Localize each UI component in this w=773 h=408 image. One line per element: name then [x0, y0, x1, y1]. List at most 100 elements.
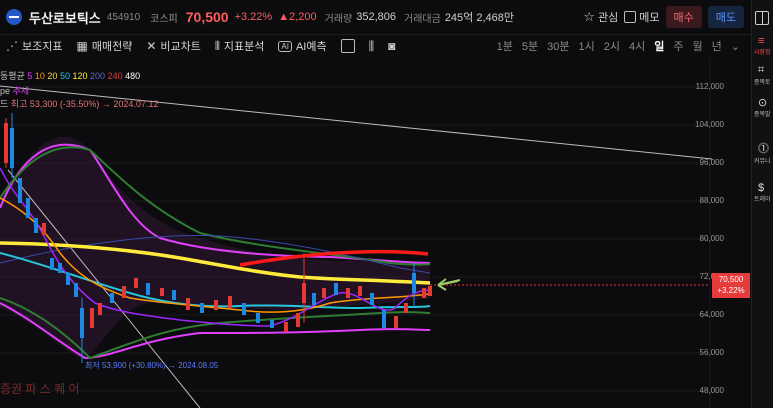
candlestick-icon: ⫼ [368, 38, 375, 53]
tf-4hour[interactable]: 4시 [629, 38, 645, 54]
high-legend-label: 드 [0, 99, 9, 109]
ma-period: 20 [47, 71, 58, 81]
amount-label: 거래대금 [404, 13, 441, 25]
candle-type-button[interactable]: ⫼ [369, 39, 375, 54]
change-amount: ▲2,200 [278, 11, 317, 23]
analysis-icon: ⫴ [214, 38, 220, 53]
buy-button[interactable]: 매수 [665, 6, 702, 28]
favorite-label: 관심 [598, 12, 619, 24]
y-tick: 104,000 [695, 120, 724, 129]
y-tick: 80,000 [699, 234, 724, 243]
stock-code: 454910 [106, 11, 141, 23]
sidebar-item-label: 커뮤니 [754, 159, 771, 165]
trend-legend-value: 추세 [12, 86, 30, 96]
trend-legend[interactable]: pe 추세 [0, 84, 29, 97]
stock-header: 두산로보틱스 454910 코스피 70,500 +3.22% ▲2,200 거… [0, 0, 752, 35]
analysis-button[interactable]: ⫴ 지표분석 [215, 38, 265, 54]
ma-period: 240 [107, 71, 123, 81]
stock-name[interactable]: 두산로보틱스 [29, 8, 101, 27]
compare-label: 비교차트 [160, 41, 201, 53]
volume-value: 352,806 [356, 11, 396, 23]
chart-toolbar: ⋰ 보조지표 ▦ 매매전략 ✕ 비교차트 ⫴ 지표분석 AI AI예측 ⫼ ◙ … [0, 34, 752, 58]
indicator-label: 보조지표 [22, 41, 63, 53]
sidebar-item-label: 트레이 [754, 197, 771, 203]
watermark: 증권 파 스 퀘 어 [0, 382, 80, 396]
tf-1min[interactable]: 1분 [497, 38, 513, 54]
memo-button[interactable]: 메모 [624, 9, 660, 25]
right-sidebar: ≡ 시장정 ⌗ 종목토 ⊙ 종목발 ⓵ 커뮤니 $ 트레이 [751, 0, 773, 408]
compare-button[interactable]: ✕ 비교차트 [146, 38, 201, 54]
tf-1hour[interactable]: 1시 [579, 38, 595, 54]
price-chart[interactable]: 112,000 104,000 96,000 88,000 80,000 72,… [0, 58, 752, 408]
tf-month[interactable]: 월 [693, 38, 703, 54]
star-icon: ☆ [583, 9, 595, 24]
tf-2hour[interactable]: 2시 [604, 38, 620, 54]
chart-svg [0, 58, 713, 408]
camera-icon: ◙ [388, 39, 396, 53]
amount-value: 245억 2,468만 [444, 12, 514, 24]
ma-period: 50 [59, 71, 70, 81]
chevron-down-icon[interactable]: ⌄ [731, 40, 740, 53]
sidebar-item-label: 종목발 [754, 112, 771, 118]
stock-talk-icon: ⌗ [758, 64, 765, 76]
y-tick: 112,000 [695, 82, 724, 91]
high-legend-detail: 53,300 (-35.50%) → 2024.07.12 [29, 99, 159, 109]
tf-year[interactable]: 년 [712, 38, 722, 54]
draw-square-button[interactable] [340, 39, 355, 53]
sidebar-item-community[interactable]: ⓵ 커뮤니 [752, 140, 773, 165]
community-icon: ⓵ [758, 143, 769, 155]
sidebar-item-stock-discover[interactable]: ⊙ 종목발 [752, 96, 773, 118]
screenshot-button[interactable]: ◙ [388, 39, 395, 53]
analysis-label: 지표분석 [223, 41, 265, 53]
ai-predict-button[interactable]: AI AI예측 [278, 38, 327, 54]
ma-legend[interactable]: 동평균 5 10 20 50 120 200 240 480 [0, 69, 140, 82]
timeframe-selector: 1분 5분 30분 1시 2시 4시 일 주 월 년 ⌄ [497, 38, 752, 54]
compare-icon: ✕ [146, 39, 157, 53]
y-tick: 96,000 [699, 158, 724, 167]
strategy-button[interactable]: ▦ 매매전략 [76, 38, 132, 54]
strategy-icon: ▦ [76, 39, 88, 53]
y-tick: 88,000 [699, 196, 724, 205]
sidebar-item-market[interactable]: ≡ 시장정 [752, 35, 773, 56]
sell-button[interactable]: 매도 [707, 6, 744, 28]
ma-period: 5 [27, 71, 33, 81]
strategy-label: 매매전략 [91, 41, 133, 53]
tf-5min[interactable]: 5분 [522, 38, 538, 54]
square-icon [340, 39, 355, 53]
y-tick: 64,000 [699, 310, 724, 319]
ma-period: 120 [72, 71, 88, 81]
sidebar-item-label: 시장정 [754, 50, 771, 56]
market-icon: ≡ [758, 35, 765, 47]
ma-period: 480 [125, 71, 141, 81]
panel-toggle-icon[interactable] [755, 11, 769, 25]
memo-label: 메모 [639, 12, 660, 24]
discover-icon: ⊙ [758, 97, 768, 109]
high-legend[interactable]: 드 최고 53,300 (-35.50%) → 2024.07.12 [0, 97, 158, 110]
dollar-icon: $ [758, 182, 765, 194]
market-label: 코스피 [150, 13, 178, 25]
change-percent: +3.22% [234, 11, 273, 23]
tf-day[interactable]: 일 [654, 38, 664, 54]
ai-icon: AI [278, 40, 292, 52]
high-legend-title: 최고 [10, 99, 28, 109]
low-annotation: 최저 53,900 (+30.80%) → 2024.08.05 [85, 361, 219, 370]
volume-label: 거래량 [324, 13, 353, 25]
ai-predict-label: AI예측 [295, 41, 327, 53]
y-tick: 56,000 [699, 348, 724, 357]
current-price-value: 70,500 [718, 275, 744, 284]
indicator-button[interactable]: ⋰ 보조지표 [6, 38, 62, 54]
memo-icon [624, 11, 637, 23]
tf-week[interactable]: 주 [673, 38, 683, 54]
sidebar-item-trader[interactable]: $ 트레이 [752, 182, 773, 203]
ma-legend-label: 동평균 [0, 71, 25, 81]
ma-period: 10 [34, 71, 45, 81]
trend-legend-label: pe [0, 86, 11, 96]
favorite-button[interactable]: ☆ 관심 [583, 9, 618, 25]
current-price-marker: 70,500 +3.22% [712, 273, 750, 298]
sidebar-item-stock-talk[interactable]: ⌗ 종목토 [752, 64, 773, 86]
company-logo-icon [6, 9, 22, 25]
ma-period: 200 [90, 71, 106, 81]
tf-30min[interactable]: 30분 [547, 38, 569, 54]
y-tick: 48,000 [699, 386, 724, 395]
indicator-icon: ⋰ [6, 39, 18, 53]
